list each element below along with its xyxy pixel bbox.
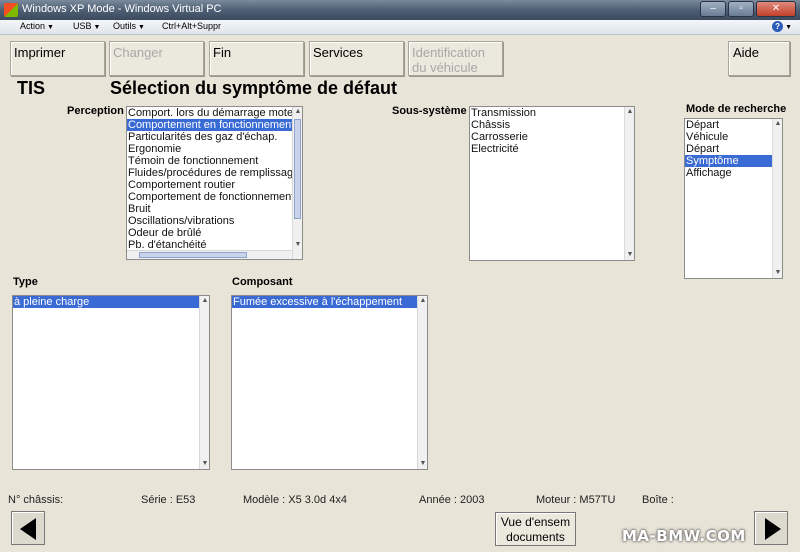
list-item[interactable]: à pleine charge <box>13 296 209 308</box>
identification-line2: du véhicule <box>412 60 478 75</box>
status-annee: Année : 2003 <box>419 494 485 506</box>
aide-button[interactable]: Aide <box>728 41 790 76</box>
status-modele: Modèle : X5 3.0d 4x4 <box>243 494 347 506</box>
menu-usb[interactable]: USB ▼ <box>73 21 100 31</box>
list-item[interactable]: Oscillations/vibrations <box>127 215 302 227</box>
help-icon: ? <box>772 21 784 32</box>
scroll-down-icon[interactable]: ▼ <box>773 268 782 278</box>
list-item[interactable]: Carrosserie <box>470 131 634 143</box>
services-button[interactable]: Services <box>309 41 404 76</box>
previous-button[interactable] <box>11 511 45 545</box>
minimize-icon[interactable]: – <box>700 1 726 17</box>
list-item[interactable]: Transmission <box>470 107 634 119</box>
composant-listbox[interactable]: Fumée excessive à l'échappement ▲ ▼ <box>231 295 428 470</box>
identification-line1: Identification <box>412 45 485 60</box>
list-item[interactable]: Comportement en fonctionnement ( <box>127 119 302 131</box>
chevron-down-icon: ▼ <box>785 24 792 31</box>
vue-line1: Vue d'ensem <box>500 515 571 529</box>
scroll-thumb[interactable] <box>139 252 247 258</box>
chevron-down-icon: ▼ <box>93 24 101 31</box>
status-serie: Série : E53 <box>141 494 196 506</box>
horizontal-scrollbar[interactable] <box>127 250 292 259</box>
vertical-scrollbar[interactable]: ▲ ▼ <box>624 107 634 260</box>
list-item[interactable]: Affichage <box>685 167 782 179</box>
arrow-left-icon <box>20 518 36 540</box>
watermark: MA-BMW.COM <box>622 527 746 545</box>
composant-label: Composant <box>232 276 293 288</box>
sous-systeme-label: Sous-système <box>392 105 467 117</box>
list-item[interactable]: Fluides/procédures de remplissage <box>127 167 302 179</box>
vue-line2: documents <box>506 530 565 544</box>
scroll-down-icon[interactable]: ▼ <box>625 250 634 260</box>
list-item[interactable]: Châssis <box>470 119 634 131</box>
page-title: Sélection du symptôme de défaut <box>110 78 398 98</box>
window-title: Windows XP Mode - Windows Virtual PC <box>22 3 222 15</box>
arrow-right-icon <box>765 518 781 540</box>
scroll-down-icon[interactable]: ▼ <box>200 459 209 469</box>
vertical-scrollbar[interactable]: ▲ ▼ <box>417 296 427 469</box>
window-titlebar: Windows XP Mode - Windows Virtual PC – ▫… <box>0 0 800 20</box>
list-item[interactable]: Ergonomie <box>127 143 302 155</box>
perception-label: Perception <box>67 105 124 117</box>
type-listbox[interactable]: à pleine charge ▲ ▼ <box>12 295 210 470</box>
mode-recherche-listbox[interactable]: Départ Véhicule Départ Symptôme Affichag… <box>684 118 783 279</box>
list-item[interactable]: Comport. lors du démarrage moteur <box>127 107 302 119</box>
list-item[interactable]: Fumée excessive à l'échappement <box>232 296 427 308</box>
scroll-up-icon[interactable]: ▲ <box>293 107 302 117</box>
scroll-down-icon[interactable]: ▼ <box>418 459 427 469</box>
next-button[interactable] <box>754 511 788 545</box>
window-controls: – ▫ ✕ <box>700 1 796 17</box>
perception-listbox[interactable]: Comport. lors du démarrage moteur Compor… <box>126 106 303 260</box>
imprimer-button[interactable]: Imprimer <box>10 41 105 76</box>
list-item[interactable]: Comportement de fonctionnement <box>127 191 302 203</box>
list-item[interactable]: Départ <box>685 119 782 131</box>
close-icon[interactable]: ✕ <box>756 1 796 17</box>
vertical-scrollbar[interactable]: ▲ ▼ <box>292 107 302 259</box>
app-name: TIS <box>17 78 46 98</box>
menu-ctrl-alt-suppr[interactable]: Ctrl+Alt+Suppr <box>162 21 221 31</box>
list-item[interactable]: Particularités des gaz d'échap. <box>127 131 302 143</box>
type-label: Type <box>13 276 38 288</box>
scroll-up-icon[interactable]: ▲ <box>625 107 634 117</box>
status-moteur: Moteur : M57TU <box>536 494 616 506</box>
menu-action[interactable]: Action ▼ <box>20 21 54 31</box>
windows-logo-icon <box>4 3 18 17</box>
scroll-down-icon[interactable]: ▼ <box>293 240 302 250</box>
identification-vehicule-button[interactable]: Identification du véhicule <box>408 41 503 76</box>
help-menu[interactable]: ? ▼ <box>772 21 792 32</box>
maximize-icon[interactable]: ▫ <box>728 1 754 17</box>
list-item[interactable]: Départ <box>685 143 782 155</box>
scroll-up-icon[interactable]: ▲ <box>200 296 209 306</box>
fin-button[interactable]: Fin <box>209 41 304 76</box>
list-item[interactable]: Témoin de fonctionnement <box>127 155 302 167</box>
vertical-scrollbar[interactable]: ▲ ▼ <box>772 119 782 278</box>
status-chassis: N° châssis: <box>8 494 64 506</box>
scroll-up-icon[interactable]: ▲ <box>773 119 782 129</box>
menu-outils[interactable]: Outils ▼ <box>113 21 145 31</box>
chevron-down-icon: ▼ <box>47 24 54 31</box>
scroll-up-icon[interactable]: ▲ <box>418 296 427 306</box>
vue-ensemble-documents-button[interactable]: Vue d'ensem documents <box>495 512 576 546</box>
list-item[interactable]: Bruit <box>127 203 302 215</box>
changer-button[interactable]: Changer <box>109 41 204 76</box>
vpc-menubar: Action ▼ USB ▼ Outils ▼ Ctrl+Alt+Suppr ? ▼ <box>0 20 800 35</box>
list-item[interactable]: Comportement routier <box>127 179 302 191</box>
list-item[interactable]: Electricité <box>470 143 634 155</box>
list-item[interactable]: Véhicule <box>685 131 782 143</box>
sous-systeme-listbox[interactable]: Transmission Châssis Carrosserie Electri… <box>469 106 635 261</box>
status-boite: Boîte : <box>642 494 674 506</box>
mode-recherche-label: Mode de recherche <box>686 103 787 115</box>
scroll-thumb[interactable] <box>294 119 301 219</box>
vertical-scrollbar[interactable]: ▲ ▼ <box>199 296 209 469</box>
list-item[interactable]: Symptôme <box>685 155 782 167</box>
list-item[interactable]: Odeur de brûlé <box>127 227 302 239</box>
chevron-down-icon: ▼ <box>138 24 145 31</box>
